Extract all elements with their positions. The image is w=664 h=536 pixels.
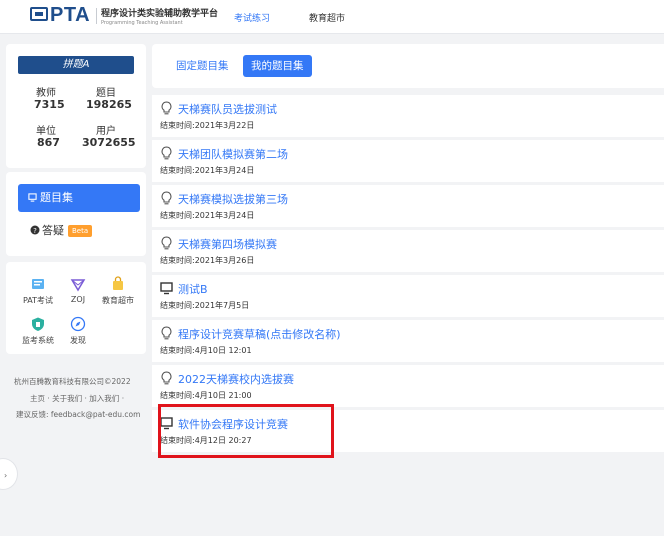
tool-zoj[interactable]: ZOJ bbox=[56, 276, 100, 304]
stat-value-units: 867 bbox=[37, 136, 60, 149]
svg-text:?: ? bbox=[33, 227, 37, 235]
item-end-time: 结束时间:2021年3月24日 bbox=[160, 166, 255, 175]
item-end-time: 结束时间:4月10日 12:01 bbox=[160, 346, 252, 355]
tab-fixed-sets[interactable]: 固定题目集 bbox=[168, 55, 237, 77]
list-item[interactable]: 天梯赛第四场模拟赛 结束时间:2021年3月26日 bbox=[152, 230, 664, 272]
tool-pat-exam[interactable]: PAT考试 bbox=[16, 276, 60, 306]
menu-qa-label: 答疑 bbox=[42, 224, 64, 237]
stat-value-teachers: 7315 bbox=[34, 98, 65, 111]
side-menu: 题目集 ? 答疑 Beta bbox=[6, 172, 146, 256]
list-item[interactable]: 2022天梯赛校内选拔赛 结束时间:4月10日 21:00 bbox=[152, 365, 664, 407]
stat-label-users: 用户 bbox=[96, 126, 116, 137]
menu-item-problem-sets[interactable]: 题目集 bbox=[18, 184, 140, 212]
pintia-banner: 拼题A bbox=[18, 56, 134, 74]
lightbulb-icon bbox=[161, 236, 172, 250]
list-item[interactable]: 天梯赛队员选拔测试 结束时间:2021年3月22日 bbox=[152, 95, 664, 137]
tool-label: ZOJ bbox=[70, 295, 86, 304]
stat-label-units: 单位 bbox=[36, 126, 56, 137]
stat-value-problems: 198265 bbox=[86, 98, 132, 111]
lightbulb-icon bbox=[161, 146, 172, 160]
item-title[interactable]: 天梯赛队员选拔测试 bbox=[178, 101, 277, 117]
tab-my-sets[interactable]: 我的题目集 bbox=[243, 55, 312, 77]
top-header: PTA 程序设计类实验辅助教学平台 Programming Teaching A… bbox=[0, 0, 664, 34]
market-icon bbox=[113, 276, 123, 290]
lightbulb-icon bbox=[161, 101, 172, 115]
stat-value-users: 3072655 bbox=[82, 136, 136, 149]
tool-education-market[interactable]: 教育超市 bbox=[96, 276, 140, 306]
nav-exam-practice[interactable]: 考试练习 bbox=[234, 11, 270, 24]
chevron-right-icon: › bbox=[4, 471, 8, 480]
list-item[interactable]: 天梯团队模拟赛第二场 结束时间:2021年3月24日 bbox=[152, 140, 664, 182]
list-item[interactable]: 程序设计竞赛草稿(点击修改名称) 结束时间:4月10日 12:01 bbox=[152, 320, 664, 362]
item-end-time: 结束时间:2021年3月26日 bbox=[160, 256, 255, 265]
brand-name[interactable]: PTA bbox=[50, 4, 90, 27]
item-end-time: 结束时间:4月10日 21:00 bbox=[160, 391, 252, 400]
item-end-time: 结束时间:2021年3月24日 bbox=[160, 211, 255, 220]
menu-item-label: 题目集 bbox=[40, 191, 73, 204]
list-item[interactable]: 天梯赛模拟选拔第三场 结束时间:2021年3月24日 bbox=[152, 185, 664, 227]
side-toggle-button[interactable]: › bbox=[0, 458, 18, 490]
tool-proctor-system[interactable]: 监考系统 bbox=[16, 316, 60, 346]
monitor-icon bbox=[28, 193, 37, 202]
item-title[interactable]: 2022天梯赛校内选拔赛 bbox=[178, 371, 294, 387]
zoj-icon bbox=[70, 279, 86, 292]
item-end-time: 结束时间:2021年7月5日 bbox=[160, 301, 250, 310]
item-title[interactable]: 程序设计竞赛草稿(点击修改名称) bbox=[178, 326, 341, 342]
problem-set-tabs: 固定题目集 我的题目集 bbox=[152, 44, 664, 88]
tool-label: 监考系统 bbox=[22, 336, 54, 345]
brand-subtitle-en: Programming Teaching Assistant bbox=[101, 20, 183, 26]
brand-divider bbox=[96, 8, 97, 24]
item-title[interactable]: 天梯团队模拟赛第二场 bbox=[178, 146, 288, 162]
item-title[interactable]: 测试B bbox=[178, 281, 208, 297]
highlight-box bbox=[158, 404, 334, 458]
stats-card: 拼题A 教师 题目 7315 198265 单位 用户 867 3072655 bbox=[6, 44, 146, 168]
stat-label-teachers: 教师 bbox=[36, 88, 56, 99]
stat-label-problems: 题目 bbox=[96, 88, 116, 99]
item-end-time: 结束时间:2021年3月22日 bbox=[160, 121, 255, 130]
tool-label: 发现 bbox=[70, 336, 86, 345]
footer-links[interactable]: 主页 · 关于我们 · 加入我们 · bbox=[30, 393, 124, 404]
company-copyright: 杭州百腾教育科技有限公司©2022 bbox=[14, 377, 131, 386]
question-icon: ? bbox=[30, 225, 40, 235]
item-title[interactable]: 天梯赛第四场模拟赛 bbox=[178, 236, 277, 252]
lightbulb-icon bbox=[161, 326, 172, 340]
beta-badge: Beta bbox=[68, 225, 93, 237]
monitor-icon bbox=[160, 282, 173, 295]
feedback-email[interactable]: 建议反馈: feedback@pat-edu.com bbox=[16, 409, 140, 420]
nav-education-market[interactable]: 教育超市 bbox=[309, 11, 345, 24]
lightbulb-icon bbox=[161, 371, 172, 385]
menu-item-qa[interactable]: ? 答疑 Beta bbox=[30, 224, 93, 238]
tools-card: PAT考试 ZOJ 教育超市 监考系统 发现 bbox=[6, 262, 146, 354]
tool-label: 教育超市 bbox=[102, 296, 134, 305]
list-item[interactable]: 测试B 结束时间:2021年7月5日 bbox=[152, 275, 664, 317]
brand-subtitle: 程序设计类实验辅助教学平台 bbox=[101, 9, 219, 19]
discover-icon bbox=[70, 316, 86, 332]
item-title[interactable]: 天梯赛模拟选拔第三场 bbox=[178, 191, 288, 207]
proctor-icon bbox=[32, 317, 44, 331]
pat-icon bbox=[32, 279, 44, 289]
tool-label: PAT考试 bbox=[22, 296, 54, 305]
tool-discover[interactable]: 发现 bbox=[56, 316, 100, 346]
lightbulb-icon bbox=[161, 191, 172, 205]
